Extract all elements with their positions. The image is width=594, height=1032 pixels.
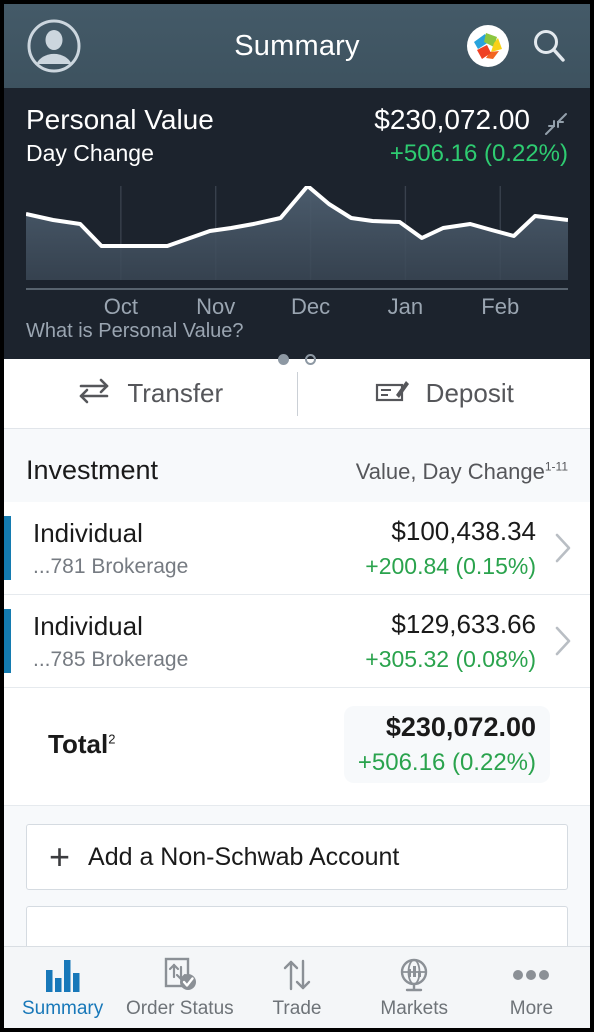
account-name: Individual	[33, 517, 143, 548]
transfer-label: Transfer	[127, 378, 224, 408]
deposit-button[interactable]: Deposit	[298, 359, 591, 428]
account-day-change: +305.32 (0.08%)	[365, 646, 536, 672]
schwab-pinwheel-logo[interactable]	[466, 24, 510, 68]
account-day-change: +200.84 (0.15%)	[365, 553, 536, 579]
carousel-dot-1[interactable]	[278, 354, 289, 365]
transfer-button[interactable]: Transfer	[4, 359, 297, 428]
tab-more[interactable]: More	[473, 947, 590, 1028]
app-bar-actions	[466, 24, 568, 68]
personal-value-panel: Personal Value $230,072.00 Day Change +5…	[4, 88, 590, 365]
tab-markets[interactable]: Markets	[356, 947, 473, 1028]
carousel-dots	[26, 354, 568, 365]
account-content: Individual ...781 Brokerage $100,438.34 …	[11, 516, 536, 580]
account-avatar-icon[interactable]	[26, 18, 82, 74]
trade-arrows-icon	[280, 956, 314, 994]
tab-label: Summary	[21, 997, 104, 1019]
account-value: $100,438.34	[391, 516, 536, 546]
bar-chart-icon	[43, 956, 83, 994]
account-identity: Individual ...781 Brokerage	[33, 518, 188, 579]
investment-columns-label: Value, Day Change1-11	[356, 459, 568, 485]
account-figures: $129,633.66 +305.32 (0.08%)	[365, 609, 536, 673]
day-change-label: Day Change	[26, 140, 154, 166]
personal-value-row: Personal Value $230,072.00	[26, 104, 568, 136]
account-content: Individual ...785 Brokerage $129,633.66 …	[11, 609, 536, 673]
search-icon[interactable]	[530, 27, 568, 65]
tab-label: Order Status	[125, 997, 234, 1019]
total-value: $230,072.00	[385, 712, 536, 742]
carousel-dot-2[interactable]	[305, 354, 316, 365]
account-value: $129,633.66	[391, 609, 536, 639]
total-footnote: 2	[108, 731, 116, 747]
app-bar: Summary	[4, 4, 590, 88]
transfer-arrows-icon	[77, 378, 111, 409]
tab-label: Trade	[272, 997, 322, 1019]
chart-svg	[26, 186, 568, 280]
hero-footer: What is Personal Value?	[26, 306, 568, 365]
account-name: Individual	[33, 610, 143, 641]
personal-value-right: $230,072.00	[374, 104, 568, 136]
tab-label: More	[509, 997, 554, 1019]
tab-label: Markets	[380, 997, 448, 1019]
total-figures: $230,072.00 +506.16 (0.22%)	[343, 706, 550, 783]
total-day-change: +506.16 (0.22%)	[357, 749, 536, 776]
investment-section-header: Investment Value, Day Change1-11	[4, 441, 590, 502]
personal-value-amount: $230,072.00	[374, 104, 530, 135]
day-change-row: Day Change +506.16 (0.22%)	[26, 140, 568, 168]
chart-axis	[26, 288, 568, 290]
account-number-type: ...781 Brokerage	[33, 554, 189, 578]
account-identity: Individual ...785 Brokerage	[33, 611, 188, 672]
tab-trade[interactable]: Trade	[238, 947, 355, 1028]
chevron-right-icon[interactable]	[554, 625, 572, 657]
bottom-tab-bar: Summary Order Status Trade Markets More	[4, 946, 590, 1028]
plus-icon: +	[49, 836, 71, 877]
total-label-text: Total	[48, 729, 109, 759]
what-is-personal-value-link[interactable]: What is Personal Value?	[26, 320, 244, 343]
collapse-icon[interactable]	[544, 112, 568, 136]
account-figures: $100,438.34 +200.84 (0.15%)	[365, 516, 536, 580]
account-number-type: ...785 Brokerage	[33, 647, 189, 671]
app-screen: Summary Personal Value $230,072.00 Day C…	[0, 0, 594, 1032]
quick-actions-bar: Transfer Deposit	[4, 359, 590, 429]
personal-value-chart[interactable]: Oct Nov Dec Jan Feb	[26, 186, 568, 319]
day-change-amount: +506.16 (0.22%)	[389, 140, 568, 167]
tab-order-status[interactable]: Order Status	[121, 947, 238, 1028]
chevron-right-icon[interactable]	[554, 532, 572, 564]
total-label: Total2	[48, 729, 115, 760]
table-row[interactable]: Individual ...785 Brokerage $129,633.66 …	[4, 595, 590, 688]
account-accent-bar	[4, 609, 11, 673]
investment-title: Investment	[26, 455, 159, 485]
add-account-label: Add a Non-Schwab Account	[88, 842, 400, 871]
check-deposit-icon	[374, 377, 410, 410]
add-non-schwab-account-button[interactable]: + Add a Non-Schwab Account	[26, 824, 568, 890]
account-accent-bar	[4, 516, 11, 580]
markets-globe-icon	[396, 956, 432, 994]
tab-summary[interactable]: Summary	[4, 947, 121, 1028]
more-dots-icon	[511, 956, 551, 994]
account-list: Individual ...781 Brokerage $100,438.34 …	[4, 502, 590, 806]
main-content: Investment Value, Day Change1-11 Individ…	[4, 429, 590, 1028]
deposit-label: Deposit	[425, 378, 514, 408]
order-status-icon	[160, 956, 200, 994]
investment-columns-footnote: 1-11	[544, 459, 568, 474]
personal-value-label: Personal Value	[26, 104, 214, 135]
total-row: Total2 $230,072.00 +506.16 (0.22%)	[4, 688, 590, 806]
investment-columns-text: Value, Day Change	[355, 459, 545, 484]
table-row[interactable]: Individual ...781 Brokerage $100,438.34 …	[4, 502, 590, 595]
